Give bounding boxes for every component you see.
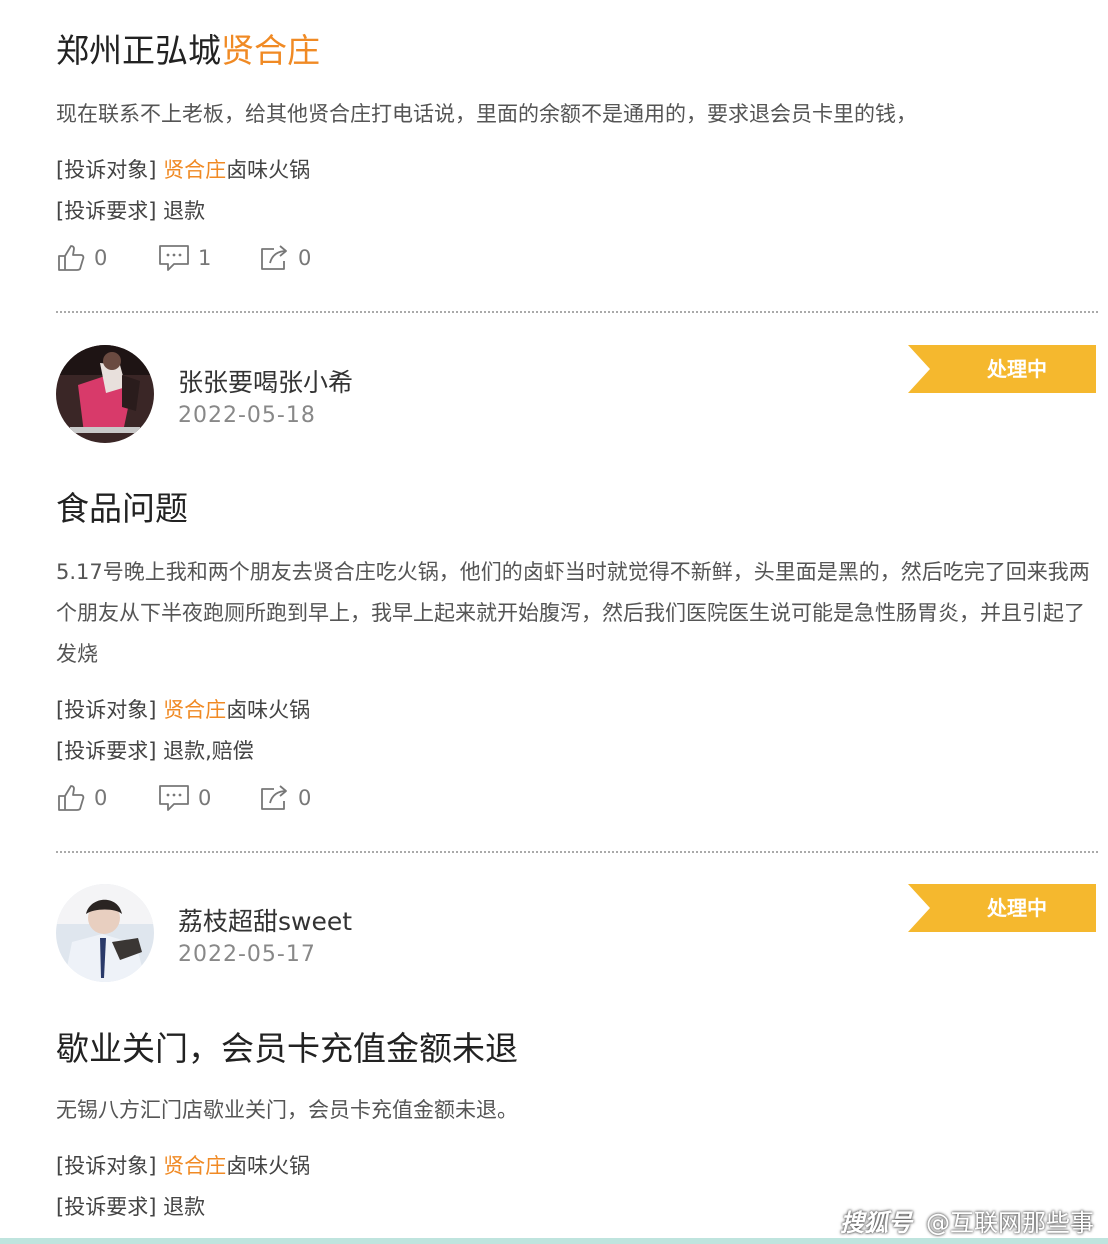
demand-value: 退款 <box>163 199 206 223</box>
watermark-logo: 搜狐号 <box>840 1209 912 1237</box>
target-brand-link[interactable]: 贤合庄 <box>163 698 226 722</box>
demand-label: [投诉要求] <box>56 1195 157 1219</box>
demand-label: [投诉要求] <box>56 199 157 223</box>
share-count: 0 <box>298 786 312 810</box>
watermark-account: @互联网那些事 <box>926 1209 1094 1237</box>
demand-label: [投诉要求] <box>56 739 157 763</box>
status-badge: 处理中 <box>908 345 1096 393</box>
share-button[interactable]: 0 <box>258 783 311 813</box>
complaint-card: 食品问题 5.17号晚上我和两个朋友去贤合庄吃火锅，他们的卤虾当时就觉得不新鲜，… <box>56 482 1100 818</box>
demand-value: 退款 <box>163 1195 206 1219</box>
target-label: [投诉对象] <box>56 158 157 182</box>
complaint-target: [投诉对象] 贤合庄卤味火锅 <box>56 150 1100 191</box>
like-count: 0 <box>94 246 108 270</box>
complaint-card: 郑州正弘城贤合庄 现在联系不上老板，给其他贤合庄打电话说，里面的余额不是通用的，… <box>56 24 1100 278</box>
post-date: 2022-05-18 <box>178 403 316 428</box>
comment-button[interactable]: 0 <box>158 783 214 813</box>
like-button[interactable]: 0 <box>56 243 114 273</box>
target-brand-link[interactable]: 贤合庄 <box>163 158 226 182</box>
post-date: 2022-05-17 <box>178 942 316 967</box>
comment-count: 0 <box>198 786 212 810</box>
action-bar: 0 0 0 <box>56 778 1100 818</box>
divider <box>56 311 1098 313</box>
status-label: 处理中 <box>987 896 1047 920</box>
comment-icon <box>159 245 189 271</box>
complaint-card: 歇业关门，会员卡充值金额未退 无锡八方汇门店歇业关门，会员卡充值金额未退。 [投… <box>56 1022 1100 1228</box>
share-button[interactable]: 0 <box>258 243 311 273</box>
divider <box>56 851 1098 853</box>
target-name: 卤味火锅 <box>226 158 311 182</box>
comment-count: 1 <box>198 246 212 270</box>
avatar[interactable] <box>56 884 154 982</box>
username[interactable]: 荔枝超甜sweet <box>178 902 352 938</box>
target-name: 卤味火锅 <box>226 1154 311 1178</box>
complaint-description: 现在联系不上老板，给其他贤合庄打电话说，里面的余额不是通用的，要求退会员卡里的钱… <box>56 102 917 126</box>
brand-highlight: 贤合庄 <box>221 31 320 70</box>
complaint-demand: [投诉要求] 退款 <box>56 191 1100 232</box>
title-text: 郑州正弘城 <box>56 31 221 70</box>
comment-icon <box>159 785 189 811</box>
complaint-target: [投诉对象] 贤合庄卤味火锅 <box>56 690 1100 731</box>
status-badge: 处理中 <box>908 884 1096 932</box>
username[interactable]: 张张要喝张小希 <box>178 363 353 399</box>
complaint-description: 无锡八方汇门店歇业关门，会员卡充值金额未退。 <box>56 1098 518 1122</box>
status-label: 处理中 <box>987 357 1047 381</box>
target-label: [投诉对象] <box>56 1154 157 1178</box>
complaint-title[interactable]: 食品问题 <box>56 482 1100 530</box>
target-brand-link[interactable]: 贤合庄 <box>163 1154 226 1178</box>
complaint-target: [投诉对象] 贤合庄卤味火锅 <box>56 1146 1100 1187</box>
share-count: 0 <box>298 246 312 270</box>
like-count: 0 <box>94 786 108 810</box>
like-icon <box>58 245 85 271</box>
like-button[interactable]: 0 <box>56 783 114 813</box>
complaint-feed: 郑州正弘城贤合庄 现在联系不上老板，给其他贤合庄打电话说，里面的余额不是通用的，… <box>0 0 1108 1244</box>
target-label: [投诉对象] <box>56 698 157 722</box>
user-header: 荔枝超甜sweet 2022-05-17 处理中 <box>56 884 1100 984</box>
like-icon <box>58 785 85 811</box>
complaint-title[interactable]: 歇业关门，会员卡充值金额未退 <box>56 1022 1100 1070</box>
share-icon <box>261 785 287 810</box>
user-header: 张张要喝张小希 2022-05-18 处理中 <box>56 345 1100 445</box>
complaint-title[interactable]: 郑州正弘城贤合庄 <box>56 24 1100 72</box>
bottom-bar <box>0 1238 1108 1244</box>
comment-button[interactable]: 1 <box>158 243 214 273</box>
target-name: 卤味火锅 <box>226 698 311 722</box>
action-bar: 0 1 0 <box>56 238 1100 278</box>
complaint-demand: [投诉要求] 退款,赔偿 <box>56 731 1100 772</box>
watermark: 搜狐号 @互联网那些事 <box>840 1203 1094 1238</box>
complaint-description: 5.17号晚上我和两个朋友去贤合庄吃火锅，他们的卤虾当时就觉得不新鲜，头里面是黑… <box>56 560 1090 666</box>
share-icon <box>261 245 287 270</box>
demand-value: 退款,赔偿 <box>163 739 254 763</box>
avatar[interactable] <box>56 345 154 443</box>
